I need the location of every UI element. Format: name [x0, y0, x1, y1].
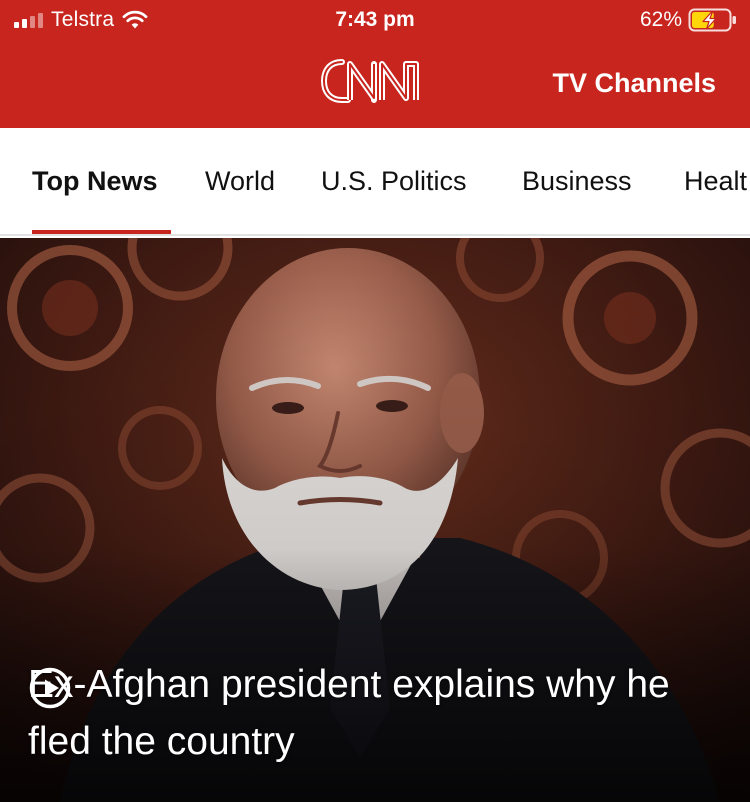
- tab-us-politics[interactable]: U.S. Politics: [321, 166, 467, 197]
- status-right: 62%: [640, 8, 738, 32]
- section-tabs: Top News World U.S. Politics Business He…: [0, 128, 750, 236]
- hero-caption[interactable]: Ex-Afghan president explains why he fled…: [28, 656, 728, 770]
- tv-channels-link[interactable]: TV Channels: [552, 68, 716, 99]
- status-bar: Telstra 7:43 pm 62%: [0, 0, 750, 44]
- cnn-logo[interactable]: [318, 54, 428, 108]
- tab-world[interactable]: World: [205, 166, 275, 197]
- battery-percentage: 62%: [639, 8, 682, 31]
- play-circle-icon[interactable]: [28, 666, 72, 710]
- tab-top-news[interactable]: Top News: [32, 166, 158, 197]
- nav-bar: TV Channels: [0, 44, 750, 128]
- app-header: Telstra 7:43 pm 62% TV Channels: [0, 0, 750, 128]
- battery-charging-icon: [688, 8, 736, 32]
- active-tab-indicator: [32, 230, 171, 234]
- tab-business[interactable]: Business: [522, 166, 632, 197]
- hero-headline[interactable]: Ex-Afghan president explains why he fled…: [28, 656, 728, 770]
- cnn-app: Telstra 7:43 pm 62% TV Channels Top News…: [0, 0, 750, 802]
- hero-story[interactable]: Ex-Afghan president explains why he fled…: [0, 238, 750, 802]
- tab-health[interactable]: Healt: [684, 166, 747, 197]
- status-time: 7:43 pm: [335, 8, 415, 31]
